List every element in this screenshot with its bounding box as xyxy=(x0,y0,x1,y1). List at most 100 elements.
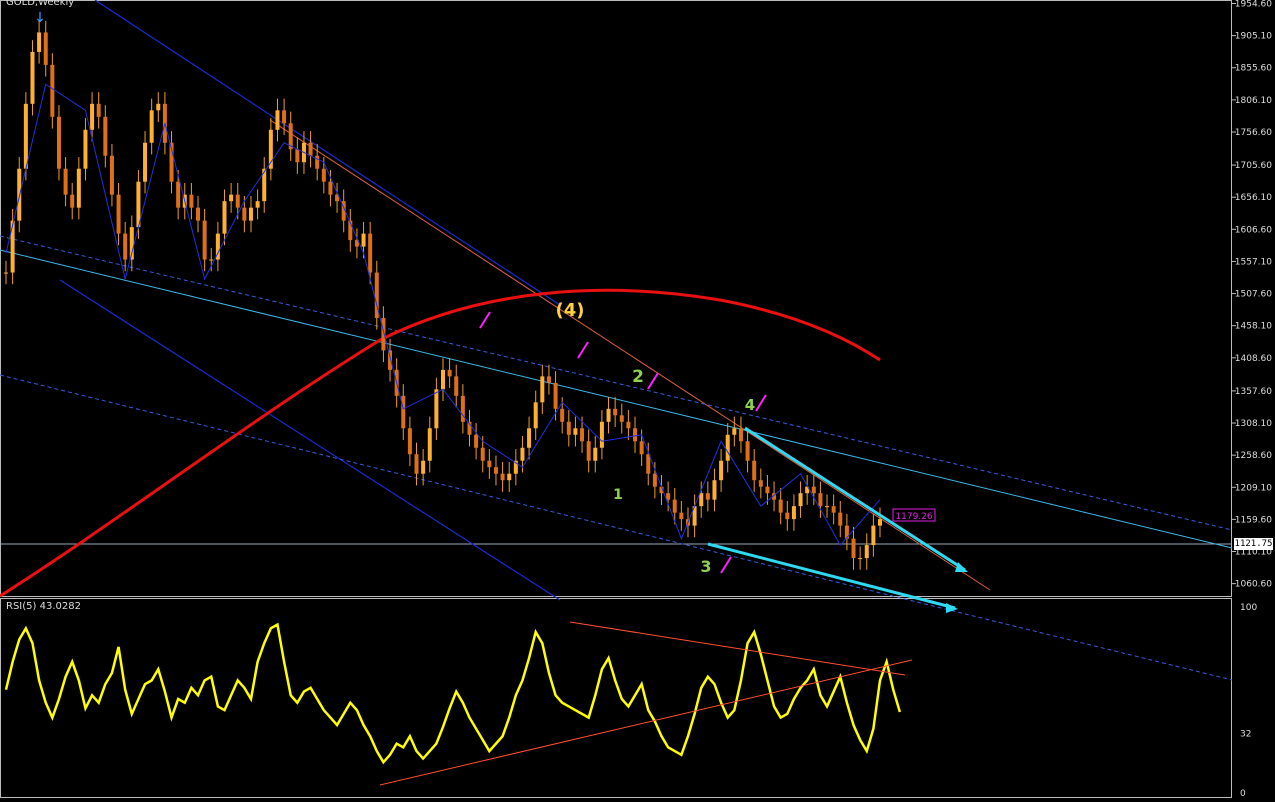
candle-body xyxy=(381,317,386,351)
candle-body xyxy=(798,493,803,507)
candle-body xyxy=(500,473,505,481)
candle-body xyxy=(712,480,717,500)
price-label-text: 1179.26 xyxy=(895,512,932,522)
candle-body xyxy=(321,168,326,182)
y-tick-label: 1458.10 xyxy=(1235,322,1272,332)
candle-body xyxy=(368,233,373,273)
wave-label: 4 xyxy=(745,396,755,414)
candle-body xyxy=(566,421,571,435)
candle-body xyxy=(851,538,856,559)
candle-body xyxy=(43,32,48,65)
regression-line xyxy=(0,249,1233,549)
y-tick-label: 1308.10 xyxy=(1235,419,1272,429)
candle-body xyxy=(818,493,823,507)
candle-body xyxy=(606,408,611,422)
candle-body xyxy=(176,181,181,208)
candle-body xyxy=(838,512,843,526)
candle-body xyxy=(149,110,154,143)
candle-body xyxy=(540,376,545,403)
candle-body xyxy=(633,428,638,442)
y-tick-label: 1209.10 xyxy=(1235,483,1272,493)
wave-label: 1 xyxy=(613,487,623,503)
candle-body xyxy=(103,116,108,156)
candle-body xyxy=(96,103,101,117)
candle-body xyxy=(414,454,419,474)
candle-body xyxy=(738,428,743,442)
candle-body xyxy=(209,259,214,261)
candle-body xyxy=(295,149,300,163)
candle-body xyxy=(454,376,459,396)
candle-body xyxy=(546,376,551,383)
candle-body xyxy=(765,486,770,494)
candle-body xyxy=(507,473,512,481)
candle-body xyxy=(23,103,28,169)
arrow-icon xyxy=(720,556,732,574)
y-tick-label: 1855.60 xyxy=(1235,64,1272,74)
candle-body xyxy=(242,207,247,221)
candle-body xyxy=(573,428,578,435)
y-tick-label: 1060.60 xyxy=(1235,580,1272,590)
channel-lower-line xyxy=(59,279,561,601)
candle-body xyxy=(672,499,677,513)
rsi-level-label: 100 xyxy=(1240,603,1257,613)
candle-body xyxy=(56,116,61,169)
candle-body xyxy=(196,207,201,221)
y-tick-label: 1756.60 xyxy=(1235,128,1272,138)
candle-body xyxy=(90,103,95,130)
candle-body xyxy=(613,408,618,416)
candle-body xyxy=(328,181,333,195)
arrow-icon xyxy=(479,311,491,329)
candle-body xyxy=(109,155,114,195)
candle-body xyxy=(811,486,816,494)
candle-body xyxy=(315,155,320,169)
candle-body xyxy=(308,142,313,156)
candle-body xyxy=(248,207,253,221)
candle-body xyxy=(255,201,260,208)
y-tick-label: 1557.10 xyxy=(1235,257,1272,267)
candle-body xyxy=(699,493,704,507)
candle-body xyxy=(401,395,406,429)
candle-body xyxy=(447,369,452,377)
arrow-icon xyxy=(577,341,589,359)
candle-body xyxy=(434,389,439,429)
candle-body xyxy=(719,460,724,481)
wave-label: 2 xyxy=(632,367,644,387)
wedge-lower-arrow xyxy=(707,542,956,610)
rsi-title: RSI(5) 43.0282 xyxy=(6,601,81,612)
candle-body xyxy=(705,493,710,500)
candle-body xyxy=(83,129,88,169)
candle-body xyxy=(745,441,750,461)
dotted-line-lower xyxy=(0,374,1233,681)
arrow-icon xyxy=(755,394,767,412)
candle-body xyxy=(871,525,876,546)
candle-body xyxy=(474,434,479,448)
y-tick-label: 1159.60 xyxy=(1235,515,1272,525)
candle-body xyxy=(586,441,591,461)
candle-body xyxy=(156,103,161,111)
y-tick-label: 1806.10 xyxy=(1235,96,1272,106)
candle-body xyxy=(487,460,492,468)
candle-body xyxy=(527,428,532,448)
chart-canvas: 1954.60 1905.10 1855.60 1806.10 1756.60 1705.… xyxy=(0,0,1272,799)
candle-body xyxy=(421,460,426,474)
candle-body xyxy=(275,110,280,130)
rsi-support-line xyxy=(379,659,913,786)
candle-body xyxy=(619,415,624,422)
arrowhead-icon xyxy=(946,603,958,613)
candle-body xyxy=(553,382,558,409)
dotted-line-upper xyxy=(0,235,1233,531)
candle-body xyxy=(580,428,585,442)
candle-body xyxy=(480,447,485,461)
rsi-level-label: 0 xyxy=(1240,789,1246,799)
candle-body xyxy=(791,506,796,520)
candle-body xyxy=(626,421,631,429)
candle-body xyxy=(858,558,863,560)
y-tick-label: 1606.60 xyxy=(1235,225,1272,235)
candle-body xyxy=(725,434,730,461)
candle-body xyxy=(229,194,234,202)
y-tick-label: 1408.60 xyxy=(1235,354,1272,364)
arrow-icon xyxy=(647,372,659,390)
candle-body xyxy=(520,447,525,461)
wave-label: (4) xyxy=(556,300,585,321)
candle-body xyxy=(778,499,783,513)
